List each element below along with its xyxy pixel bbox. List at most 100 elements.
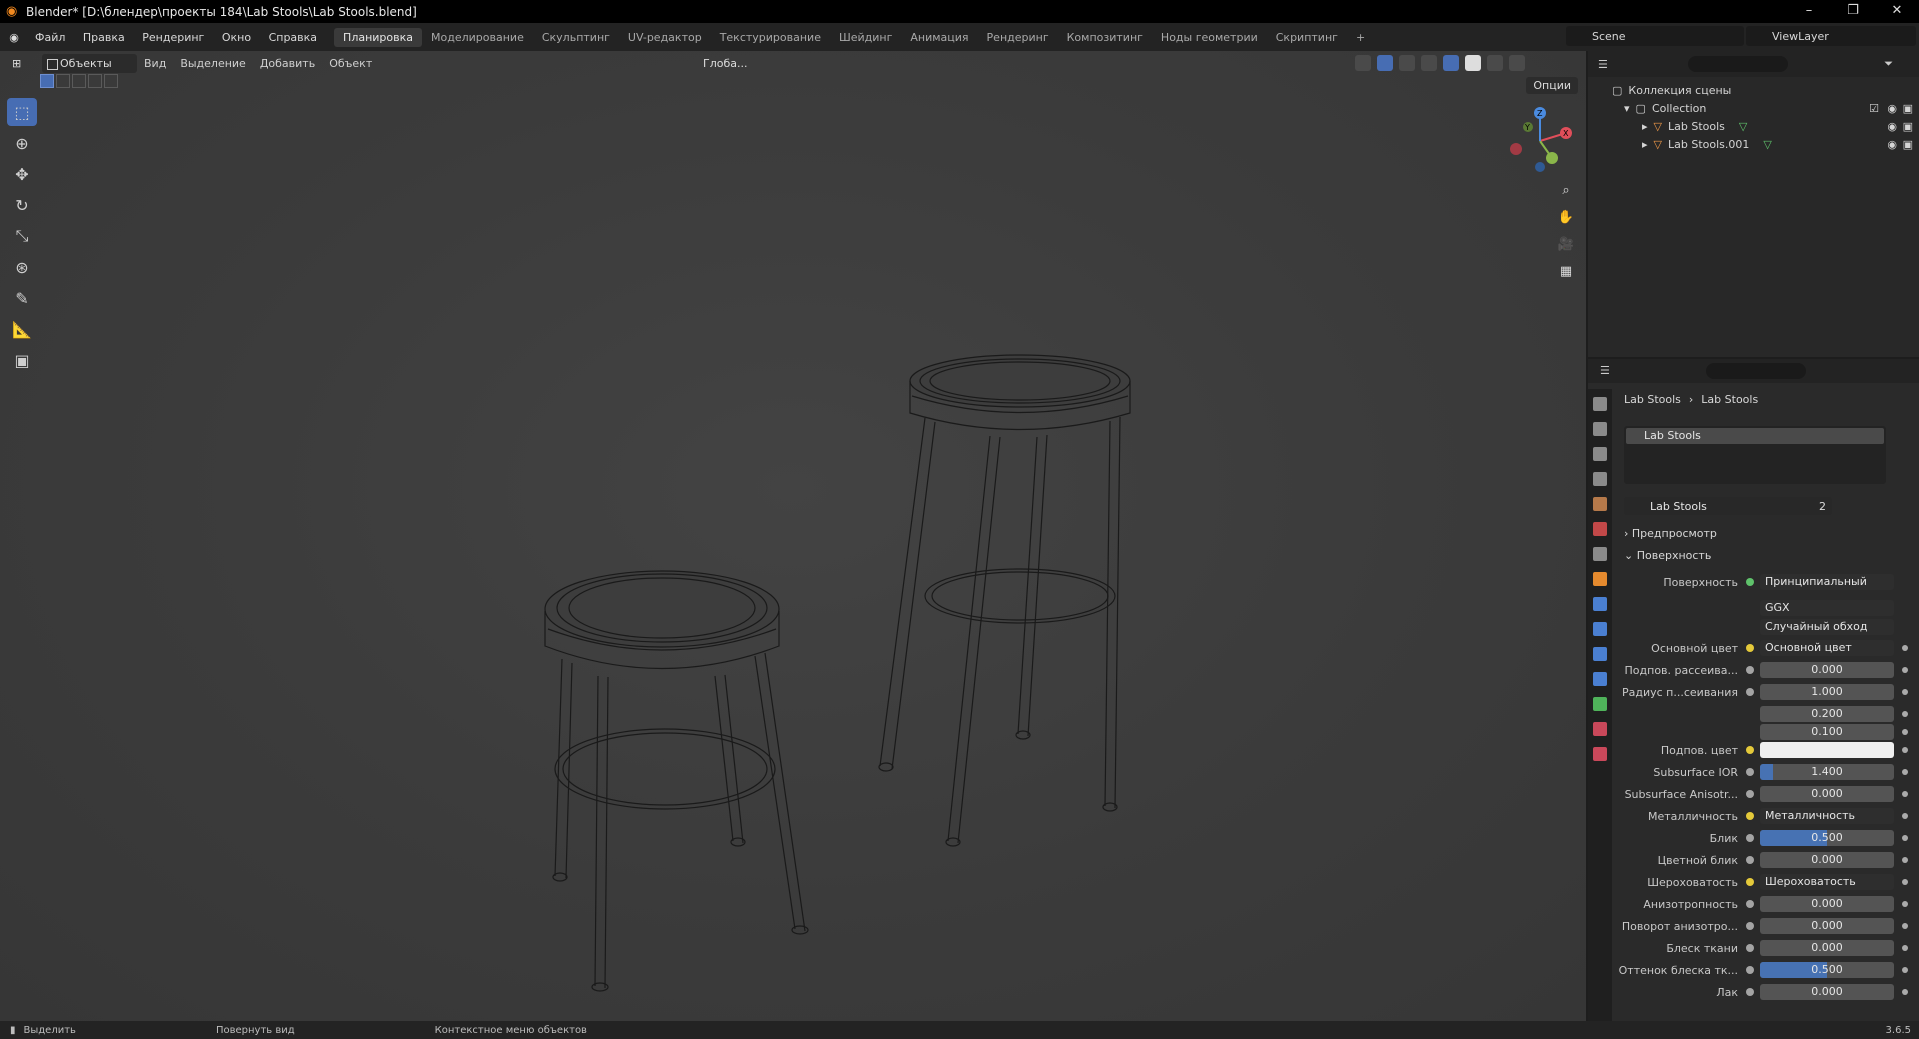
expand-arrow-icon[interactable]: ▸ bbox=[1642, 138, 1648, 151]
visibility-eye-icon[interactable]: ◉ bbox=[1887, 138, 1897, 151]
socket-dot-icon[interactable] bbox=[1746, 644, 1754, 652]
exclude-checkbox[interactable]: ☑ bbox=[1869, 102, 1879, 115]
perspective-grid-icon[interactable]: ▦ bbox=[1554, 260, 1578, 284]
property-field[interactable]: Металличность bbox=[1760, 808, 1894, 824]
mesh-data-icon[interactable]: ▽ bbox=[1763, 138, 1771, 151]
keyframe-dot-icon[interactable] bbox=[1902, 857, 1908, 863]
property-field[interactable]: 0.000 bbox=[1760, 984, 1894, 1000]
properties-search-input[interactable] bbox=[1706, 363, 1806, 379]
outliner-collection[interactable]: ▾ ▢ Collection ☑ ◉ ▣ bbox=[1588, 99, 1919, 117]
socket-dot-icon[interactable] bbox=[1746, 666, 1754, 674]
keyframe-dot-icon[interactable] bbox=[1902, 667, 1908, 673]
tab-texture-paint[interactable]: Текстурирование bbox=[711, 28, 830, 47]
tall-stool[interactable] bbox=[878, 354, 1131, 847]
tab-uv-editing[interactable]: UV-редактор bbox=[619, 28, 711, 47]
tab-layout[interactable]: Планировка bbox=[334, 27, 423, 47]
menu-window[interactable]: Окно bbox=[215, 31, 258, 44]
menu-file[interactable]: Файл bbox=[28, 31, 72, 44]
scene-stools-wireframe[interactable] bbox=[0, 51, 1586, 1021]
tab-modeling[interactable]: Моделирование bbox=[422, 28, 533, 47]
keyframe-dot-icon[interactable] bbox=[1902, 879, 1908, 885]
socket-dot-icon[interactable] bbox=[1746, 768, 1754, 776]
outliner-object-row[interactable]: ▸ ▽ Lab Stools ▽ ◉ ▣ bbox=[1588, 117, 1919, 135]
zoom-icon[interactable]: ⌕ bbox=[1554, 179, 1578, 203]
property-field[interactable]: 0.000 bbox=[1760, 940, 1894, 956]
material-name-field[interactable]: Lab Stools bbox=[1650, 500, 1707, 513]
outliner-search-input[interactable] bbox=[1687, 56, 1788, 72]
panel-surface-header[interactable]: ⌄ Поверхность bbox=[1624, 549, 1711, 562]
constraints-tab-icon[interactable] bbox=[1593, 672, 1607, 686]
view-layer-selector[interactable]: ViewLayer bbox=[1746, 26, 1916, 46]
keyframe-dot-icon[interactable] bbox=[1902, 967, 1908, 973]
socket-dot-icon[interactable] bbox=[1746, 688, 1754, 696]
keyframe-dot-icon[interactable] bbox=[1902, 729, 1908, 735]
keyframe-dot-icon[interactable] bbox=[1902, 901, 1908, 907]
socket-dot-icon[interactable] bbox=[1746, 922, 1754, 930]
keyframe-dot-icon[interactable] bbox=[1902, 813, 1908, 819]
keyframe-dot-icon[interactable] bbox=[1902, 747, 1908, 753]
property-field[interactable]: Основной цвет bbox=[1760, 640, 1894, 656]
socket-dot-icon[interactable] bbox=[1746, 746, 1754, 754]
blender-menu-icon[interactable]: ◉ bbox=[0, 31, 28, 44]
property-field[interactable]: 0.000 bbox=[1760, 786, 1894, 802]
render-camera-icon[interactable]: ▣ bbox=[1903, 102, 1913, 115]
3d-viewport[interactable]: ⊞ Объекты Вид Выделение Добавить Объект … bbox=[0, 51, 1586, 1021]
property-field[interactable]: 0.000 bbox=[1760, 918, 1894, 934]
texture-tab-icon[interactable] bbox=[1593, 747, 1607, 761]
keyframe-dot-icon[interactable] bbox=[1902, 791, 1908, 797]
add-workspace-button[interactable]: + bbox=[1347, 28, 1374, 47]
filter-icon[interactable]: ⏷ bbox=[1884, 57, 1893, 71]
keyframe-dot-icon[interactable] bbox=[1902, 769, 1908, 775]
output-tab-icon[interactable] bbox=[1593, 447, 1607, 461]
material-datablock[interactable]: Lab Stools 2 bbox=[1624, 497, 1832, 515]
material-slot-item[interactable]: Lab Stools bbox=[1626, 428, 1884, 444]
socket-dot-icon[interactable] bbox=[1746, 900, 1754, 908]
minimize-button[interactable]: – bbox=[1787, 0, 1831, 23]
tab-compositing[interactable]: Композитинг bbox=[1058, 28, 1152, 47]
tab-geometry-nodes[interactable]: Ноды геометрии bbox=[1152, 28, 1267, 47]
property-field[interactable]: 1.400 bbox=[1760, 764, 1894, 780]
tab-sculpting[interactable]: Скульптинг bbox=[533, 28, 619, 47]
keyframe-dot-icon[interactable] bbox=[1902, 835, 1908, 841]
menu-render[interactable]: Рендеринг bbox=[135, 31, 211, 44]
keyframe-dot-icon[interactable] bbox=[1902, 923, 1908, 929]
property-field[interactable]: 0.000 bbox=[1760, 896, 1894, 912]
close-button[interactable]: ✕ bbox=[1875, 0, 1919, 23]
mesh-data-icon[interactable]: ▽ bbox=[1739, 120, 1747, 133]
menu-edit[interactable]: Правка bbox=[76, 31, 132, 44]
tool-tab-icon[interactable] bbox=[1593, 397, 1607, 411]
property-field[interactable]: 0.000 bbox=[1760, 852, 1894, 868]
color-swatch[interactable] bbox=[1760, 742, 1894, 758]
menu-help[interactable]: Справка bbox=[262, 31, 324, 44]
particles-tab-icon[interactable] bbox=[1593, 622, 1607, 636]
expand-arrow-icon[interactable]: ▸ bbox=[1642, 120, 1648, 133]
modifier-tab-icon[interactable] bbox=[1593, 597, 1607, 611]
visibility-eye-icon[interactable]: ◉ bbox=[1887, 102, 1897, 115]
navigation-gizmo[interactable]: X Z Y bbox=[1500, 101, 1580, 181]
property-field[interactable]: Шероховатость bbox=[1760, 874, 1894, 890]
camera-view-icon[interactable]: 🎥 bbox=[1554, 233, 1578, 257]
scene-selector[interactable]: Scene bbox=[1566, 26, 1744, 46]
tab-shading[interactable]: Шейдинг bbox=[830, 28, 901, 47]
property-field[interactable]: 0.000 bbox=[1760, 662, 1894, 678]
outliner-editor-icon[interactable]: ☰ bbox=[1598, 58, 1608, 71]
tab-animation[interactable]: Анимация bbox=[901, 28, 977, 47]
socket-dot-icon[interactable] bbox=[1746, 988, 1754, 996]
keyframe-dot-icon[interactable] bbox=[1902, 645, 1908, 651]
property-field[interactable]: 0.200 bbox=[1760, 706, 1894, 722]
socket-dot-icon[interactable] bbox=[1746, 834, 1754, 842]
object-tab-icon[interactable] bbox=[1593, 572, 1607, 586]
render-camera-icon[interactable]: ▣ bbox=[1903, 120, 1913, 133]
restore-button[interactable]: ❐ bbox=[1831, 0, 1875, 23]
render-camera-icon[interactable]: ▣ bbox=[1903, 138, 1913, 151]
property-field[interactable]: 0.500 bbox=[1760, 962, 1894, 978]
pan-hand-icon[interactable]: ✋ bbox=[1554, 206, 1578, 230]
property-field[interactable]: 0.100 bbox=[1760, 724, 1894, 740]
view-layer-tab-icon[interactable] bbox=[1593, 472, 1607, 486]
outliner-object-row[interactable]: ▸ ▽ Lab Stools.001 ▽ ◉ ▣ bbox=[1588, 135, 1919, 153]
property-field[interactable]: 1.000 bbox=[1760, 684, 1894, 700]
material-users-count[interactable]: 2 bbox=[1819, 500, 1826, 513]
socket-dot-icon[interactable] bbox=[1746, 878, 1754, 886]
short-stool[interactable] bbox=[544, 570, 809, 992]
scene-tab-icon[interactable] bbox=[1593, 497, 1607, 511]
